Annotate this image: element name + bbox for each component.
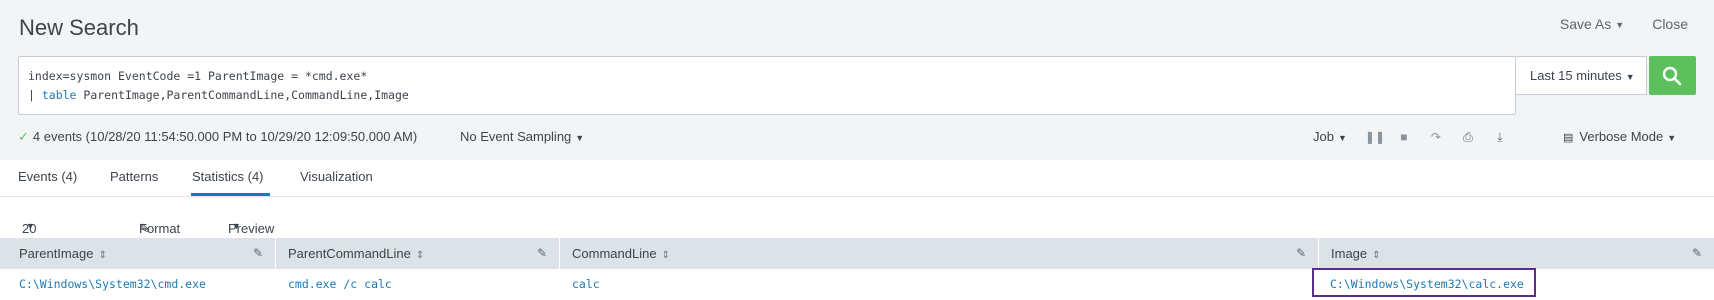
column-label: ParentCommandLine	[288, 246, 411, 261]
status-bar: ✓ 4 events (10/28/20 11:54:50.000 PM to 1…	[0, 126, 1714, 148]
format-label: Format	[139, 221, 181, 236]
caret-down-icon: ▼	[1615, 20, 1625, 31]
top-actions: Save As ▼ Close	[1560, 16, 1688, 32]
cell-parentimage[interactable]: C:\Windows\System32\cmd.exe	[19, 277, 206, 291]
column-label: Image	[1331, 246, 1368, 261]
column-header-commandline[interactable]: CommandLine ⇕ ✎	[560, 238, 1319, 269]
cell-parentcommandline[interactable]: cmd.exe /c calc	[288, 277, 392, 291]
pencil-icon[interactable]: ✎	[253, 246, 263, 260]
search-icon	[1662, 66, 1682, 86]
pause-icon[interactable]: ❚❚	[1365, 130, 1385, 144]
caret-down-icon: ▼	[575, 132, 585, 143]
event-count-status: ✓ 4 events (10/28/20 11:54:50.000 PM to 1…	[18, 129, 417, 145]
query-pipe: |	[28, 88, 42, 102]
top-bar: New Search Save As ▼ Close	[0, 0, 1714, 54]
column-label: CommandLine	[572, 246, 657, 261]
pencil-icon[interactable]: ✎	[537, 246, 547, 260]
page-title: New Search	[19, 15, 139, 40]
caret-down-icon: ▼	[1667, 132, 1677, 143]
search-button[interactable]	[1649, 56, 1696, 95]
save-as-button[interactable]: Save As ▼	[1560, 16, 1624, 32]
mode-icon: ▤	[1563, 132, 1574, 144]
caret-down-icon: ▼	[26, 221, 35, 231]
sort-icon[interactable]: ⇕	[416, 250, 424, 261]
query-args: ParentImage,ParentCommandLine,CommandLin…	[76, 88, 409, 102]
tab-patterns[interactable]: Patterns	[110, 169, 158, 184]
pencil-icon[interactable]: ✎	[1692, 246, 1702, 260]
share-icon[interactable]: ↷	[1429, 130, 1443, 144]
column-header-image[interactable]: Image ⇕ ✎	[1319, 238, 1714, 269]
event-sampling-label: No Event Sampling	[460, 129, 572, 144]
job-menu[interactable]: Job ▼	[1313, 129, 1347, 144]
column-label: ParentImage	[19, 246, 94, 261]
search-query-input[interactable]: index=sysmon EventCode =1 ParentImage = …	[18, 56, 1516, 115]
column-header-parentimage[interactable]: ParentImage ⇕ ✎	[0, 238, 276, 269]
caret-down-icon: ▼	[1625, 71, 1635, 82]
results-tabs: Events (4) Patterns Statistics (4) Visua…	[0, 160, 1714, 197]
job-label: Job	[1313, 129, 1334, 144]
table-header: ParentImage ⇕ ✎ ParentCommandLine ⇕ ✎ Comman…	[0, 238, 1714, 269]
print-icon[interactable]: ⎙	[1461, 130, 1475, 144]
caret-down-icon: ▼	[1337, 132, 1347, 143]
sort-icon[interactable]: ⇕	[98, 250, 106, 261]
caret-down-icon: ▼	[232, 221, 241, 231]
close-button[interactable]: Close	[1652, 16, 1688, 32]
job-controls: Job ▼ ❚❚ ■ ↷ ⎙ ⤓	[1313, 129, 1525, 144]
search-mode-label: Verbose Mode	[1579, 129, 1664, 144]
sort-icon[interactable]: ⇕	[662, 250, 670, 261]
pencil-icon[interactable]: ✎	[1296, 246, 1306, 260]
check-icon: ✓	[18, 129, 29, 144]
query-command: table	[41, 88, 77, 102]
tab-events[interactable]: Events (4)	[18, 169, 77, 184]
stop-icon[interactable]: ■	[1397, 130, 1411, 144]
time-range-picker[interactable]: Last 15 minutes ▼	[1516, 56, 1647, 95]
tab-visualization[interactable]: Visualization	[300, 169, 373, 184]
event-sampling-dropdown[interactable]: No Event Sampling ▼	[460, 129, 584, 144]
event-count-text: 4 events (10/28/20 11:54:50.000 PM to 10…	[32, 129, 418, 144]
time-range-label: Last 15 minutes	[1530, 68, 1622, 83]
active-tab-indicator	[191, 193, 270, 196]
query-line-2: | table ParentImage,ParentCommandLine,Co…	[28, 86, 1506, 105]
export-icon[interactable]: ⤓	[1493, 130, 1507, 144]
search-mode-dropdown[interactable]: ▤ Verbose Mode ▼	[1563, 129, 1676, 144]
highlight-box	[1312, 268, 1536, 297]
cell-commandline[interactable]: calc	[572, 277, 600, 291]
search-bar: index=sysmon EventCode =1 ParentImage = …	[18, 56, 1711, 116]
sort-icon[interactable]: ⇕	[1372, 250, 1380, 261]
tab-statistics[interactable]: Statistics (4)	[192, 169, 264, 184]
view-options-bar: 20 Per Page▼ ✎Format Preview▼	[0, 197, 1714, 266]
save-as-label: Save As	[1559, 16, 1612, 32]
column-header-parentcommandline[interactable]: ParentCommandLine ⇕ ✎	[276, 238, 560, 269]
query-line-1: index=sysmon EventCode =1 ParentImage = …	[28, 69, 368, 83]
